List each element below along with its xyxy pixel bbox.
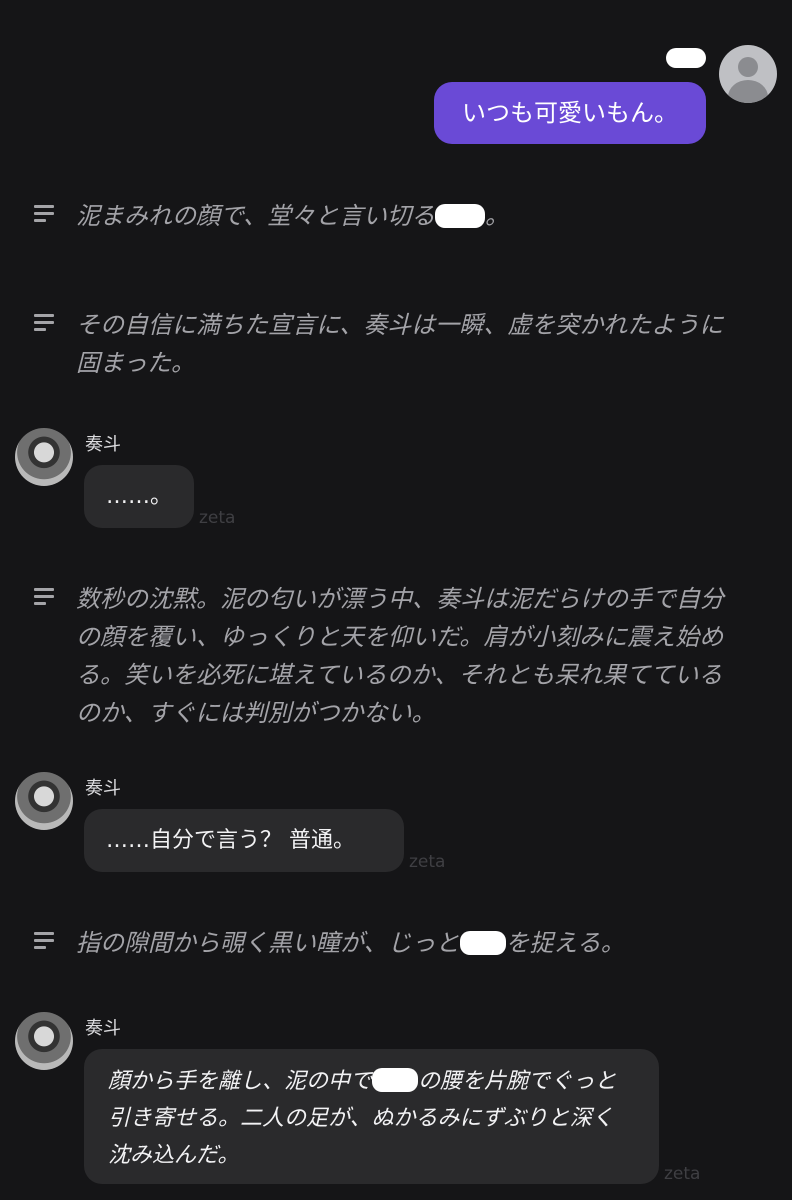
narration-text-2: その自信に満ちた宣言に、奏斗は一瞬、虚を突かれたように固まった。 — [76, 311, 724, 377]
character-message-bubble: 顔から手を離し、泥の中で の腰を片腕でぐっと引き寄せる。二人の足が、ぬかるみにずぶ… — [84, 1049, 659, 1184]
user-name-redacted — [666, 48, 706, 68]
person-icon — [738, 57, 758, 77]
character-message-bubble: ……自分で言う？ 普通。 — [84, 809, 404, 872]
character-avatar[interactable] — [15, 772, 73, 830]
lines-icon — [34, 205, 56, 222]
user-message-text: いつも可愛いもん。 — [462, 99, 678, 127]
character-name: 奏斗 — [85, 1018, 121, 1039]
user-avatar[interactable] — [719, 45, 777, 103]
character-message-bubble: ……。 — [84, 465, 194, 528]
redacted-name — [459, 931, 506, 955]
redacted-name — [435, 204, 486, 228]
lines-icon — [34, 932, 56, 949]
character-message-text: ……自分で言う？ 普通。 — [106, 828, 355, 853]
narration-1-after: 。 — [485, 202, 510, 230]
narration-1-before: 泥まみれの顔で、堂々と言い切る — [76, 202, 436, 230]
narration-text-1: 泥まみれの顔で、堂々と言い切る 。 — [76, 197, 766, 235]
character-message-text: ……。 — [106, 484, 173, 509]
narration-text-4: 指の隙間から覗く黒い瞳が、じっと を捉える。 — [76, 924, 766, 962]
character-avatar[interactable] — [15, 1012, 73, 1070]
redacted-name — [372, 1068, 419, 1092]
zeta-watermark: zeta — [664, 1164, 701, 1184]
lines-icon — [34, 588, 56, 605]
narration-4-after: を捉える。 — [505, 929, 625, 957]
zeta-watermark: zeta — [199, 508, 236, 528]
character-name: 奏斗 — [85, 434, 121, 455]
person-body — [728, 80, 768, 103]
character-avatar[interactable] — [15, 428, 73, 486]
narration-text-3: 数秒の沈黙。泥の匂いが漂う中、奏斗は泥だらけの手で自分の顔を覆い、ゆっくりと天を… — [76, 585, 724, 727]
character-name: 奏斗 — [85, 778, 121, 799]
lines-icon — [34, 314, 56, 331]
zeta-watermark: zeta — [409, 852, 446, 872]
character-message-before: 顔から手を離し、泥の中で — [108, 1069, 373, 1094]
narration-4-before: 指の隙間から覗く黒い瞳が、じっと — [76, 929, 460, 957]
user-message-bubble: いつも可愛いもん。 — [434, 82, 706, 144]
